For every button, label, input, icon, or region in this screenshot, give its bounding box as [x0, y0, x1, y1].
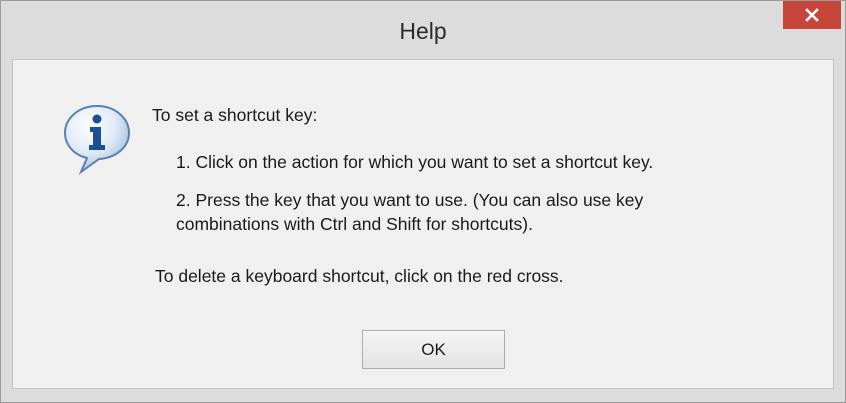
- help-dialog: Help To set a shortcut key: 1. Click on …: [0, 0, 846, 403]
- dialog-content: To set a shortcut key: 1. Click on the a…: [12, 59, 834, 389]
- ok-button[interactable]: OK: [362, 330, 505, 369]
- step-2-text-line-1: 2. Press the key that you want to use. (…: [176, 190, 644, 210]
- window-title: Help: [399, 18, 447, 44]
- ok-button-label: OK: [421, 339, 446, 359]
- close-icon: [805, 8, 819, 22]
- delete-note-text: To delete a keyboard shortcut, click on …: [155, 266, 564, 286]
- step-1-text: 1. Click on the action for which you wan…: [176, 152, 654, 172]
- heading-text: To set a shortcut key:: [152, 105, 318, 125]
- info-icon: [63, 104, 131, 175]
- step-2-text-line-2: combinations with Ctrl and Shift for sho…: [176, 214, 533, 234]
- title-bar[interactable]: Help: [1, 1, 845, 59]
- close-button[interactable]: [783, 1, 841, 29]
